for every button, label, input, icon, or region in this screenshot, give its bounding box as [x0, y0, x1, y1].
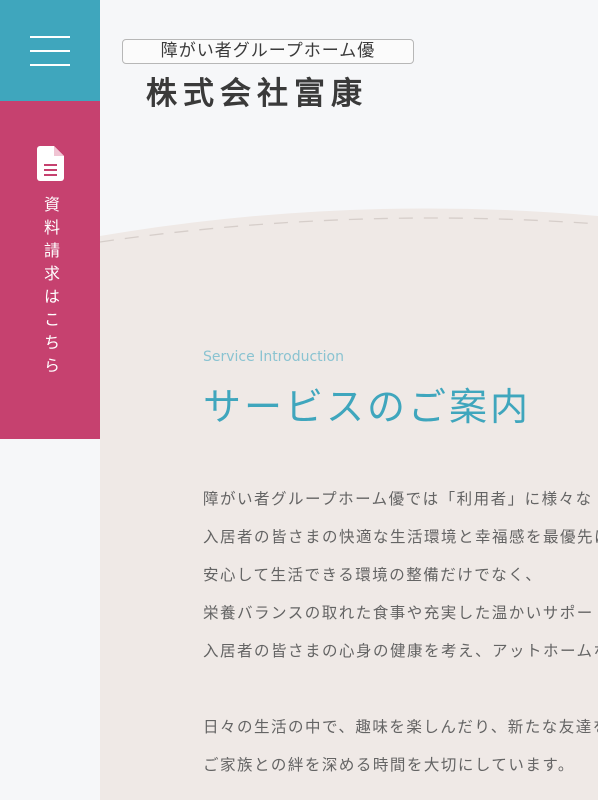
document-request-button[interactable]: 資料請求はこちら — [0, 101, 100, 439]
hamburger-menu-button[interactable] — [0, 0, 100, 101]
document-request-label: 資料請求はこちら — [41, 196, 60, 380]
description-line: 栄養バランスの取れた食事や充実した温かいサポート — [203, 604, 598, 622]
company-logo[interactable]: 株式会社富康 — [146, 68, 368, 113]
document-icon — [37, 146, 64, 181]
menu-icon-bar-top — [30, 36, 70, 38]
section-wave-divider — [100, 208, 598, 290]
description-line: 日々の生活の中で、趣味を楽しんだり、新たな友達を — [203, 718, 598, 736]
description-line: 障がい者グループホーム優では「利用者」に様々な — [203, 490, 593, 508]
company-name-highlight: 富康 — [294, 76, 368, 112]
company-prefix: 株式会社 — [146, 76, 294, 112]
section-title: サービスのご案内 — [203, 385, 532, 429]
logo-tagline: 障がい者グループホーム優 — [122, 39, 414, 64]
description-line: 入居者の皆さまの心身の健康を考え、アットホームな — [203, 642, 598, 660]
menu-icon-bar-bottom — [30, 64, 70, 66]
section-subtitle: Service Introduction — [203, 349, 344, 365]
description-line: 入居者の皆さまの快適な生活環境と幸福感を最優先に — [203, 528, 598, 546]
menu-icon-bar-middle — [30, 50, 70, 52]
service-description: 障がい者グループホーム優では「利用者」に様々な 入居者の皆さまの快適な生活環境と… — [203, 483, 598, 787]
description-line: ご家族との絆を深める時間を大切にしています。 — [203, 756, 575, 774]
description-line: 安心して生活できる環境の整備だけでなく、 — [203, 566, 543, 584]
